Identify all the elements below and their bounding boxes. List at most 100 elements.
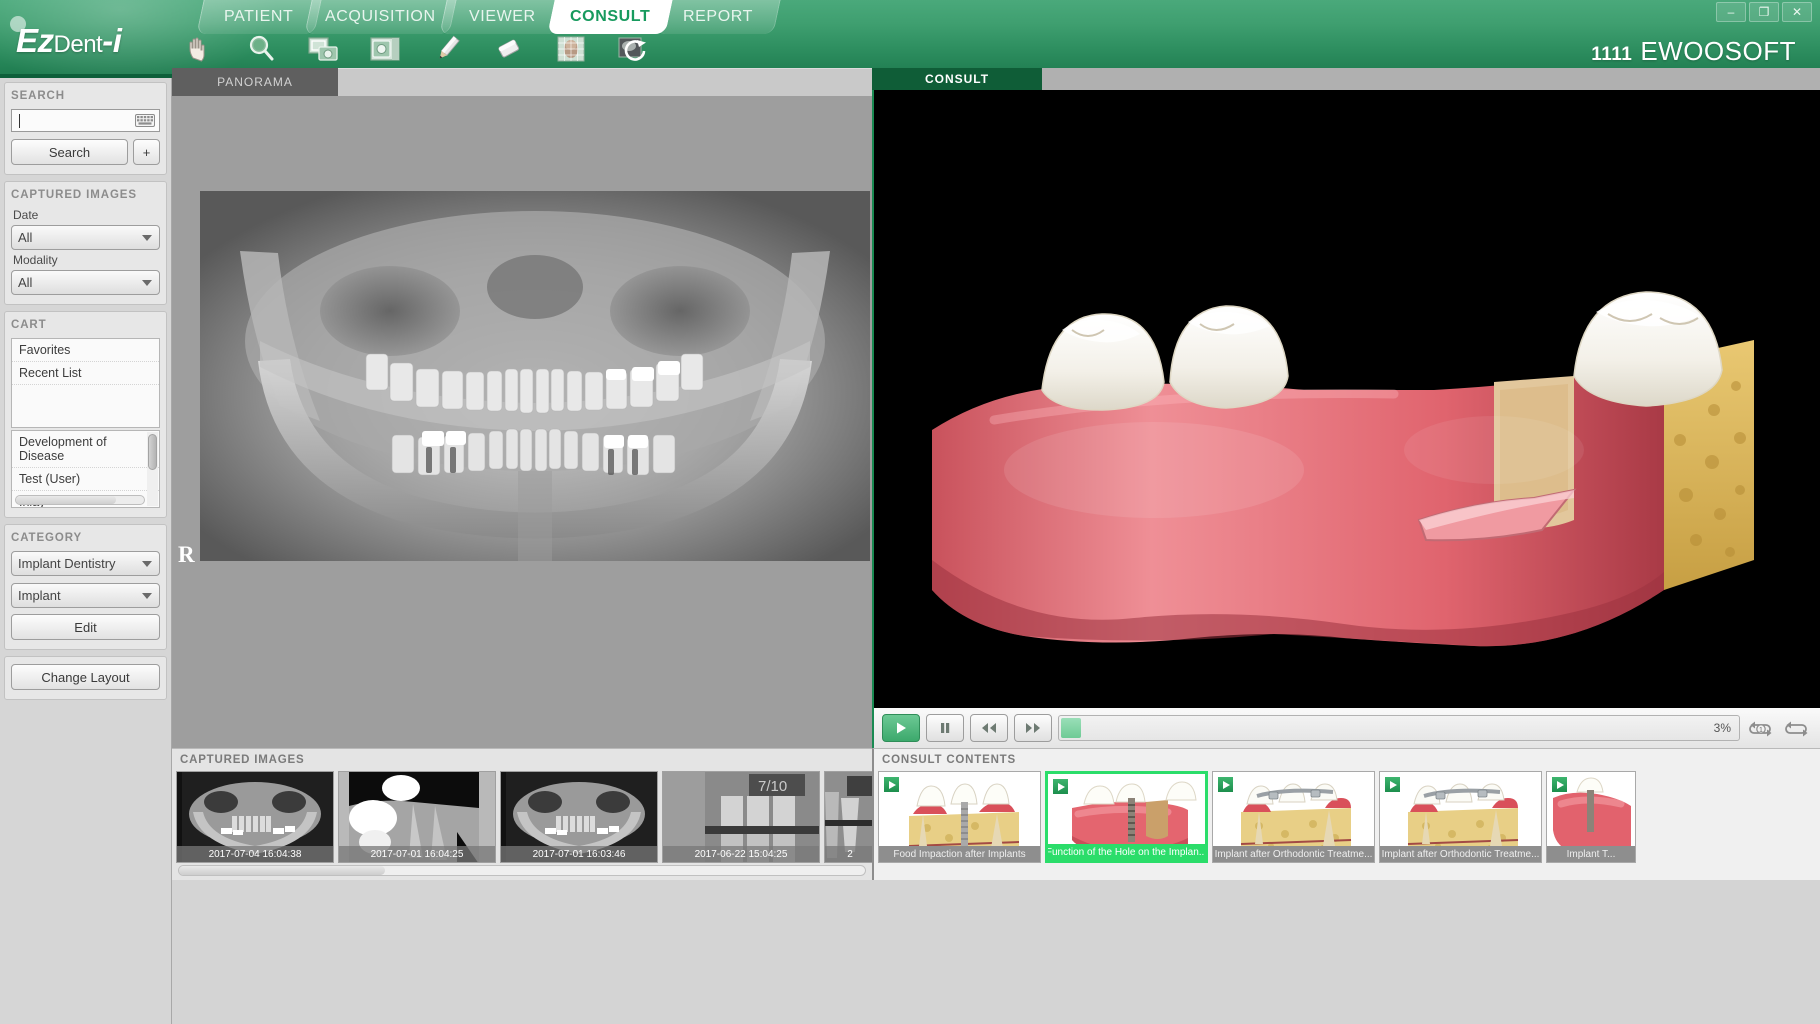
add-search-button[interactable]: + [133,139,160,165]
search-panel: SEARCH Search + [4,82,167,175]
captured-images-strip: CAPTURED IMAGES 2017-07-04 16:04:38 [172,748,872,880]
panorama-image-stage[interactable]: R [172,96,872,748]
list-item[interactable]: Development of Disease [12,431,159,468]
search-input[interactable] [11,109,160,132]
search-button-row: Search + [11,139,160,165]
list-item[interactable]: Test (User) [12,468,159,491]
panorama-tab-row: PANORAMA [172,68,872,96]
thumbnail-item[interactable]: 2017-07-04 16:04:38 [176,771,334,863]
consult-content-label: Implant after Orthodontic Treatme... [1213,846,1374,862]
logo-i: -i [102,22,121,59]
capture-region-icon[interactable] [300,26,346,72]
chevron-down-icon [142,561,152,567]
consult-content-label: Implant after Orthodontic Treatme... [1380,846,1541,862]
playback-progress-slider[interactable]: 3% [1058,715,1740,741]
modality-label: Modality [13,253,160,267]
modality-filter-select[interactable]: All [11,270,160,295]
chevron-down-icon [142,280,152,286]
repeat-one-icon[interactable]: 1 [1746,714,1776,742]
captured-images-filter-panel: CAPTURED IMAGES Date All Modality All [4,181,167,305]
svg-text:7/10: 7/10 [758,778,787,795]
close-button[interactable]: ✕ [1782,2,1812,22]
change-layout-button[interactable]: Change Layout [11,664,160,690]
customer-brand: 1111EWOOSOFT [1591,36,1796,67]
play-icon[interactable] [883,776,900,793]
viewer-tab-consult[interactable]: CONSULT [872,68,1042,90]
orientation-marker-r: R [178,542,195,568]
consult-content-item[interactable]: Implant after Orthodontic Treatme... [1379,771,1542,863]
panorama-body: PANORAMA [172,68,872,748]
chevron-down-icon [142,235,152,241]
tab-patient-label: PATIENT [224,8,293,26]
search-button[interactable]: Search [11,139,128,165]
cart-title: CART [11,319,160,331]
scrollbar-thumb[interactable] [16,496,116,504]
tab-report[interactable]: REPORT [655,0,780,34]
category-title: CATEGORY [11,532,160,544]
category-panel: CATEGORY Implant Dentistry Implant Edit [4,524,167,650]
pencil-draw-icon[interactable] [424,26,470,72]
play-icon[interactable] [1217,776,1234,793]
scrollbar-thumb[interactable] [179,866,385,875]
play-icon[interactable] [1052,778,1069,795]
brand-number: 1111 [1591,44,1632,65]
panorama-viewer-pane: PANORAMA [172,68,872,880]
capture-screen-icon[interactable] [362,26,408,72]
consult-content-item[interactable]: Implant T... [1546,771,1636,863]
repeat-all-icon[interactable] [1782,714,1812,742]
category-secondary-select[interactable]: Implant [11,583,160,608]
thumbnail-item[interactable]: 7/10 2017-06-22 15:04:25 [662,771,820,863]
consult-contents-strip: CONSULT CONTENTS [872,748,1820,880]
category-secondary-value: Implant [18,588,61,603]
magnifier-zoom-icon[interactable] [238,26,284,72]
consult-content-item[interactable]: Food Impaction after Implants [878,771,1041,863]
keyboard-icon[interactable] [135,114,155,132]
tab-report-label: REPORT [683,8,753,26]
app-header: EzDent-i PATIENT ACQUISITION VIEWER CONS… [0,0,1820,78]
cart-list-vertical-scrollbar[interactable] [147,432,158,506]
date-filter-select[interactable]: All [11,225,160,250]
thumbnail-label: 2017-06-22 15:04:25 [663,846,819,862]
category-primary-select[interactable]: Implant Dentistry [11,551,160,576]
cart-bottom-list[interactable]: Development of Disease Test (User) Inlay [11,430,160,508]
svg-text:1: 1 [1759,727,1763,734]
cart-top-list[interactable]: Favorites Recent List [11,338,160,428]
search-panel-title: SEARCH [11,90,160,102]
fast-forward-icon[interactable] [1014,714,1052,742]
thumbnail-item[interactable]: 2017-07-01 16:03:46 [500,771,658,863]
thumbnail-label: 2017-07-04 16:04:38 [177,846,333,862]
captured-images-title: CAPTURED IMAGES [11,189,160,201]
captured-strip-scrollbar[interactable] [178,865,866,876]
scrollbar-thumb[interactable] [148,434,157,470]
rewind-icon[interactable] [970,714,1008,742]
tab-acquisition-label: ACQUISITION [325,8,436,26]
consult-content-item[interactable]: Implant after Orthodontic Treatme... [1212,771,1375,863]
restore-button[interactable]: ❐ [1749,2,1779,22]
eraser-icon[interactable] [486,26,532,72]
consult-content-item[interactable]: Function of the Hole on the Implan... [1045,771,1208,863]
minimize-button[interactable]: – [1716,2,1746,22]
cart-panel: CART Favorites Recent List Development o… [4,311,167,518]
thumbnail-label: 2 [825,846,875,862]
consult-content-label: Implant T... [1547,846,1635,862]
consult-animation-stage[interactable] [872,90,1820,708]
pause-icon[interactable] [926,714,964,742]
list-item[interactable]: Favorites [12,339,159,362]
thumbnail-item[interactable]: 2 [824,771,876,863]
app-logo: EzDent-i [16,22,121,60]
play-icon[interactable] [1384,776,1401,793]
play-icon[interactable] [882,714,920,742]
consult-viewer-pane: CONSULT [872,68,1820,880]
chevron-down-icon [142,593,152,599]
consult-contents-list: Food Impaction after Implants Function o [878,771,1636,863]
hand-pan-icon[interactable] [176,26,222,72]
thumbnail-item[interactable]: 2017-07-01 16:04:25 [338,771,496,863]
edit-category-button[interactable]: Edit [11,614,160,640]
viewer-tab-empty-area [338,68,872,96]
progress-fill [1061,718,1081,738]
tab-consult[interactable]: CONSULT [547,0,672,34]
cart-list-horizontal-scrollbar[interactable] [15,495,145,505]
list-item[interactable]: Recent List [12,362,159,385]
play-icon[interactable] [1551,776,1568,793]
viewer-tab-panorama[interactable]: PANORAMA [172,68,338,96]
